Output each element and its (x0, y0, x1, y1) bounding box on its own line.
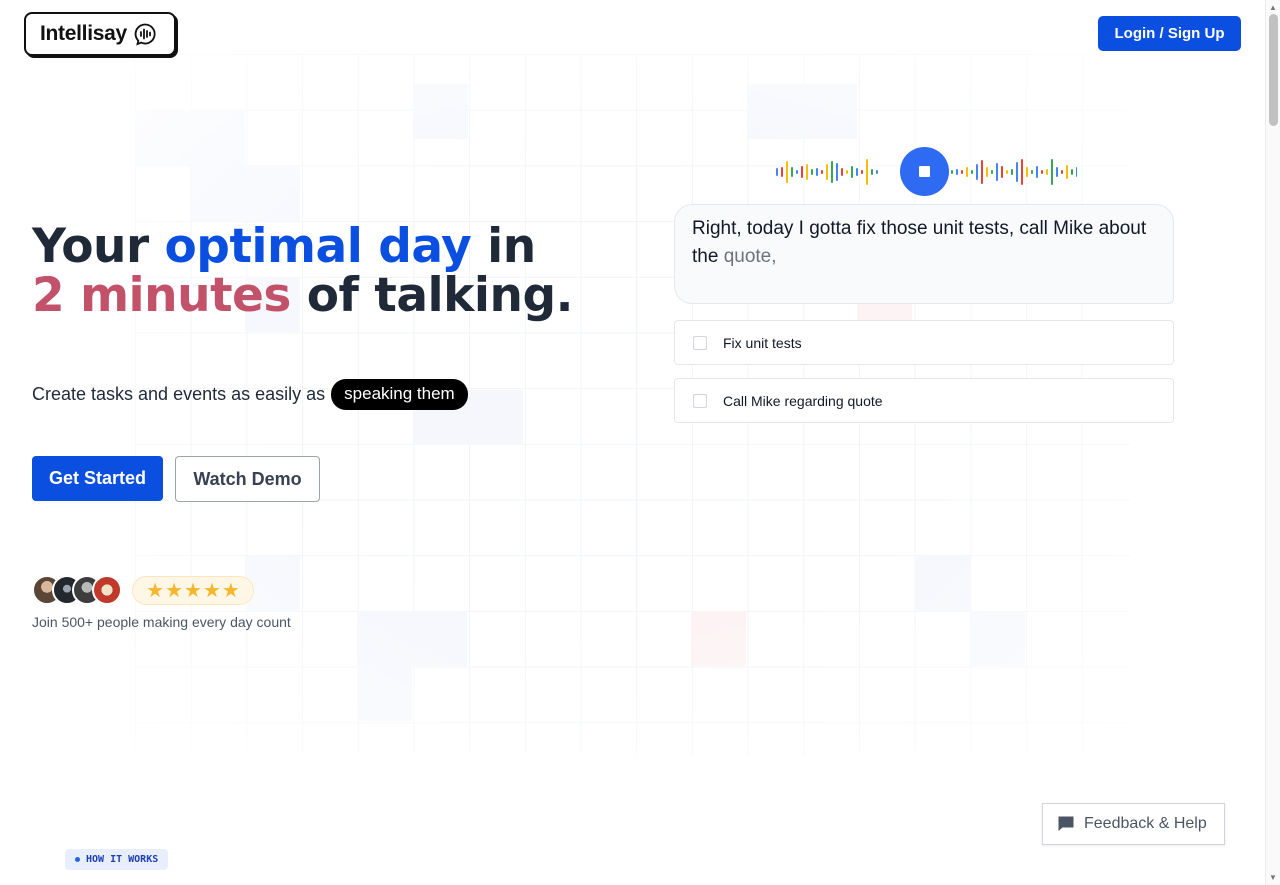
hero-headline: Your optimal day in 2 minutes of talking… (32, 222, 573, 320)
task-checkbox[interactable] (693, 335, 707, 350)
hero-subline: Create tasks and events as easily as spe… (32, 379, 468, 410)
waveform-bar (866, 159, 868, 185)
subline-text: Create tasks and events as easily as (32, 384, 326, 404)
transcript-bubble: Right, today I gotta fix those unit test… (674, 204, 1174, 304)
waveform-bar (1061, 170, 1063, 174)
waveform-bar (871, 169, 873, 175)
chat-bubble-icon (1058, 816, 1074, 831)
headline-in: in (471, 219, 536, 274)
feedback-label: Feedback & Help (1084, 815, 1207, 832)
star-icon: ★ (165, 580, 184, 602)
speaking-head-icon (134, 23, 156, 46)
waveform-bar (1036, 166, 1038, 178)
how-it-works-badge: HOW IT WORKS (65, 849, 169, 870)
scroll-down-icon[interactable]: ▼ (1269, 873, 1277, 882)
waveform-bar (1026, 167, 1028, 177)
waveform-bar (781, 167, 783, 177)
star-icon: ★ (202, 580, 221, 602)
waveform-bar (966, 167, 968, 177)
waveform-bar (856, 168, 858, 176)
avatar (92, 575, 122, 605)
waveform-bar (846, 170, 848, 174)
how-it-works-label: HOW IT WORKS (86, 854, 159, 865)
social-proof-text: Join 500+ people making every day count (32, 614, 291, 630)
task-checkbox[interactable] (693, 393, 707, 408)
waveform-bar (876, 170, 878, 174)
feedback-help-button[interactable]: Feedback & Help (1042, 803, 1225, 845)
waveform-bar (1051, 159, 1053, 185)
task-label: Fix unit tests (723, 334, 802, 351)
speaking-pill: speaking them (331, 379, 468, 410)
waveform-bar (841, 168, 843, 176)
task-item[interactable]: Call Mike regarding quote (674, 378, 1174, 423)
headline-2-minutes: 2 minutes (32, 268, 291, 323)
transcript-pending-text: quote, (723, 246, 777, 267)
scroll-up-icon[interactable]: ▲ (1269, 3, 1277, 12)
logo-text: Intellisay (40, 22, 127, 45)
dot-icon (75, 857, 80, 862)
waveform-bar (831, 161, 833, 183)
waveform-bar (1001, 166, 1003, 178)
waveform-bar (806, 164, 808, 180)
waveform-bar (851, 166, 853, 178)
waveform-bar (826, 164, 828, 180)
waveform-bar (1071, 169, 1073, 175)
waveform-bar (1006, 170, 1008, 174)
scrollbar-thumb[interactable] (1269, 14, 1278, 126)
waveform-bar (991, 170, 993, 174)
star-icon: ★ (184, 580, 202, 602)
headline-your: Your (32, 219, 165, 274)
waveform-bar (971, 170, 973, 174)
logo[interactable]: Intellisay (24, 12, 176, 56)
waveform-bar (816, 168, 818, 176)
waveform-bar (1011, 169, 1013, 175)
waveform-bar (956, 169, 958, 175)
waveform-bar (1056, 167, 1058, 177)
headline-optimal-day: optimal day (164, 219, 472, 274)
waveform-bar (1041, 170, 1043, 174)
waveform-bar (836, 163, 838, 181)
star-icon: ★ (146, 580, 165, 602)
page-scrollbar[interactable]: ▲ ▼ (1265, 0, 1280, 885)
waveform-bar (811, 169, 813, 175)
waveform-bar (976, 164, 978, 180)
waveform-bar (1046, 169, 1048, 175)
waveform-bar (1066, 165, 1068, 179)
watch-demo-button[interactable]: Watch Demo (175, 456, 320, 502)
login-signup-button[interactable]: Login / Sign Up (1098, 16, 1241, 51)
star-icon: ★ (221, 580, 240, 602)
user-avatars (32, 575, 122, 605)
waveform-bar (1076, 167, 1077, 177)
waveform-bar (1016, 162, 1018, 182)
stop-icon (919, 166, 930, 177)
waveform-bar (786, 161, 788, 183)
stop-recording-button[interactable] (900, 147, 949, 196)
waveform-bar (951, 170, 953, 174)
waveform-bar (1021, 159, 1023, 185)
waveform-bar (1031, 170, 1033, 174)
waveform-bar (961, 170, 963, 174)
get-started-button[interactable]: Get Started (32, 456, 163, 501)
waveform-bar (861, 170, 863, 174)
waveform-bar (796, 170, 798, 174)
waveform-bar (996, 163, 998, 181)
waveform-bar (801, 166, 803, 178)
headline-of-talking: of talking. (290, 268, 574, 323)
waveform-bar (776, 168, 778, 176)
waveform-bar (791, 167, 793, 177)
star-rating: ★ ★ ★ ★ ★ (132, 576, 254, 605)
waveform-bar (821, 170, 823, 174)
task-label: Call Mike regarding quote (723, 392, 883, 409)
waveform-bar (981, 160, 983, 184)
waveform-bar (986, 167, 988, 177)
task-item[interactable]: Fix unit tests (674, 320, 1174, 365)
